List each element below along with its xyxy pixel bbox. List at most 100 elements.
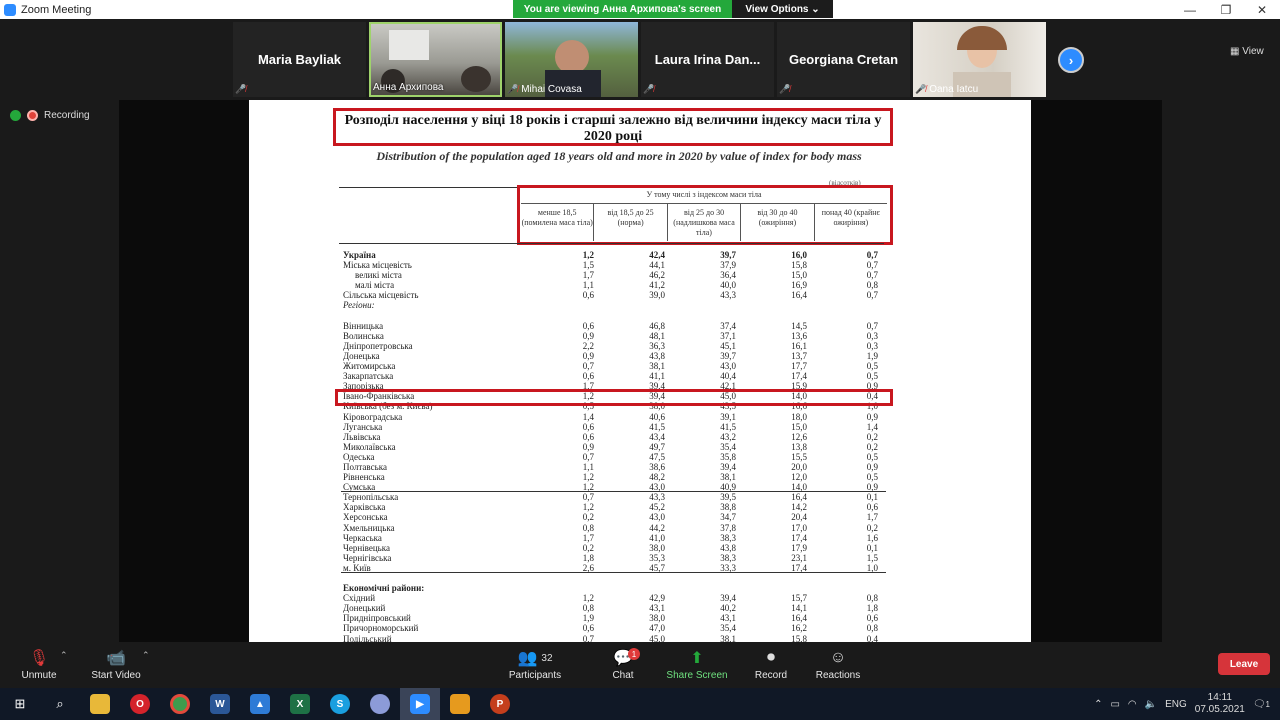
windows-start-icon[interactable]: ⊞	[0, 688, 40, 720]
table-cell: 16,9	[791, 280, 807, 291]
participant-tile[interactable]: Georgiana Cretan 🎤̸	[777, 22, 910, 97]
table-cell: 0,6	[582, 623, 594, 634]
table-cell: 37,1	[720, 330, 736, 341]
share-screen-button[interactable]: ⬆ Share Screen	[662, 646, 732, 681]
table-cell: 0,5	[866, 451, 878, 462]
record-button[interactable]: ⏺ Record	[736, 646, 806, 681]
powerpoint-icon[interactable]: P	[480, 688, 520, 720]
chat-button[interactable]: 💬 1 Chat	[588, 646, 658, 681]
row-label: Східний	[343, 593, 376, 604]
chevron-up-icon[interactable]: ⌃	[142, 650, 150, 661]
row-label: Донецька	[343, 350, 380, 361]
maximize-icon[interactable]: ❐	[1208, 0, 1244, 19]
table-cell: 1,2	[582, 502, 594, 513]
table-row: Тернопільська 0,7 43,3 39,5 16,4 0,1	[341, 492, 886, 502]
participant-name: Анна Архипова	[373, 82, 444, 93]
table-cell: 2,6	[582, 562, 594, 573]
table-row: Придніпровський 1,9 38,0 43,1 16,4 0,6	[341, 613, 886, 623]
opera-icon[interactable]: O	[120, 688, 160, 720]
table-row: Полтавська 1,1 38,6 39,4 20,0 0,9	[341, 462, 886, 472]
table-cell: 0,2	[866, 441, 878, 452]
skype-icon[interactable]: S	[320, 688, 360, 720]
table-cell: 1,5	[866, 552, 878, 563]
volume-icon[interactable]: 🔈	[1145, 699, 1157, 710]
participant-tile[interactable]: 🎤̸ Mihai Covasa	[505, 22, 638, 97]
column-header: від 18,5 до 25 (норма)	[593, 204, 666, 241]
encryption-shield-icon[interactable]	[10, 110, 21, 121]
table-cell: 0,9	[866, 482, 878, 493]
recording-dot-icon[interactable]	[27, 110, 38, 121]
table-cell	[527, 573, 598, 583]
table-cell: 48,2	[649, 472, 665, 483]
row-label: Житомирська	[343, 361, 396, 372]
participant-tile[interactable]: Laura Irina Dan... 🎤̸	[641, 22, 774, 97]
chrome-profile-icon[interactable]	[360, 688, 400, 720]
table-cell: 1,2	[582, 472, 594, 483]
table-cell: 2,2	[582, 340, 594, 351]
table-cell	[669, 311, 740, 321]
close-icon[interactable]: ✕	[1244, 0, 1280, 19]
excel-icon[interactable]: X	[280, 688, 320, 720]
person-hair	[957, 26, 1007, 50]
table-cell: 0,8	[582, 522, 594, 533]
clock[interactable]: 14:11 07.05.2021	[1195, 692, 1245, 716]
mic-muted-icon: 🎤̸	[915, 84, 927, 94]
table-row: Сільська місцевість 0,6 39,0 43,3 16,4 0,7	[341, 290, 886, 300]
row-label: Подільський	[343, 633, 392, 642]
view-button[interactable]: ▦ View	[1230, 46, 1264, 57]
table-cell: 1,7	[866, 512, 878, 523]
reactions-button[interactable]: ☺ Reactions	[803, 646, 873, 681]
chrome-icon[interactable]	[160, 688, 200, 720]
minimize-icon[interactable]: —	[1172, 0, 1208, 19]
table-cell: 20,0	[791, 461, 807, 472]
unmute-label: Unmute	[21, 670, 57, 681]
chevron-up-icon[interactable]: ⌃	[1094, 699, 1102, 710]
table-cell	[527, 583, 598, 593]
row-label: Регіони:	[343, 300, 375, 311]
table-cell: 13,6	[791, 330, 807, 341]
leave-button[interactable]: Leave	[1218, 653, 1270, 675]
clock-time: 14:11	[1207, 692, 1232, 703]
table-cell: 0,7	[582, 633, 594, 642]
file-viewer-icon[interactable]	[440, 688, 480, 720]
google-drive-icon[interactable]: ▲	[240, 688, 280, 720]
table-row: Миколаївська 0,9 49,7 35,4 13,8 0,2	[341, 442, 886, 452]
table-cell: 38,1	[649, 361, 665, 372]
participants-button[interactable]: 👥 32 Participants	[500, 646, 570, 681]
table-cell: 16,4	[791, 492, 807, 503]
row-highlight-box	[335, 389, 893, 406]
table-row: Одеська 0,7 47,5 35,8 15,5 0,5	[341, 452, 886, 462]
table-cell	[740, 311, 811, 321]
row-label	[341, 311, 527, 321]
wifi-icon[interactable]: ◠	[1128, 699, 1137, 710]
table-cell	[811, 300, 882, 310]
notifications-button[interactable]: 🗨1	[1253, 699, 1270, 710]
row-label: Одеська	[343, 451, 375, 462]
table-cell: 43,3	[720, 290, 736, 301]
participant-tile[interactable]: 🎤̸ Oana Iatcu	[913, 22, 1046, 97]
search-icon[interactable]: ⌕	[40, 688, 80, 720]
table-cell: 0,3	[866, 330, 878, 341]
mic-muted-icon: 🎤̸	[643, 84, 655, 94]
file-explorer-icon[interactable]	[80, 688, 120, 720]
next-page-arrow-icon[interactable]: ›	[1058, 47, 1084, 73]
view-options-button[interactable]: View Options ⌄	[732, 0, 833, 18]
battery-icon[interactable]: ▭	[1110, 699, 1119, 710]
table-cell: 0,7	[582, 492, 594, 503]
table-cell: 1,2	[582, 482, 594, 493]
chevron-up-icon[interactable]: ⌃	[60, 650, 68, 661]
table-cell	[598, 300, 669, 310]
table-cell: 15,7	[791, 593, 807, 604]
table-cell: 43,0	[649, 482, 665, 493]
participant-tile-active-speaker[interactable]: Анна Архипова	[369, 22, 502, 97]
language-indicator[interactable]: ENG	[1165, 699, 1187, 710]
table-cell: 17,4	[791, 562, 807, 573]
zoom-taskbar-icon[interactable]: ▶	[400, 688, 440, 720]
row-label: малі міста	[355, 280, 395, 291]
table-cell: 43,3	[649, 492, 665, 503]
participant-strip: Maria Bayliak 🎤̸ Анна Архипова 🎤̸ Mihai C…	[0, 19, 1280, 100]
column-header: менше 18,5 (помилена маса тіла)	[521, 208, 593, 227]
start-video-button[interactable]: 📹 Start Video	[81, 646, 151, 681]
word-icon[interactable]: W	[200, 688, 240, 720]
participant-tile[interactable]: Maria Bayliak 🎤̸	[233, 22, 366, 97]
